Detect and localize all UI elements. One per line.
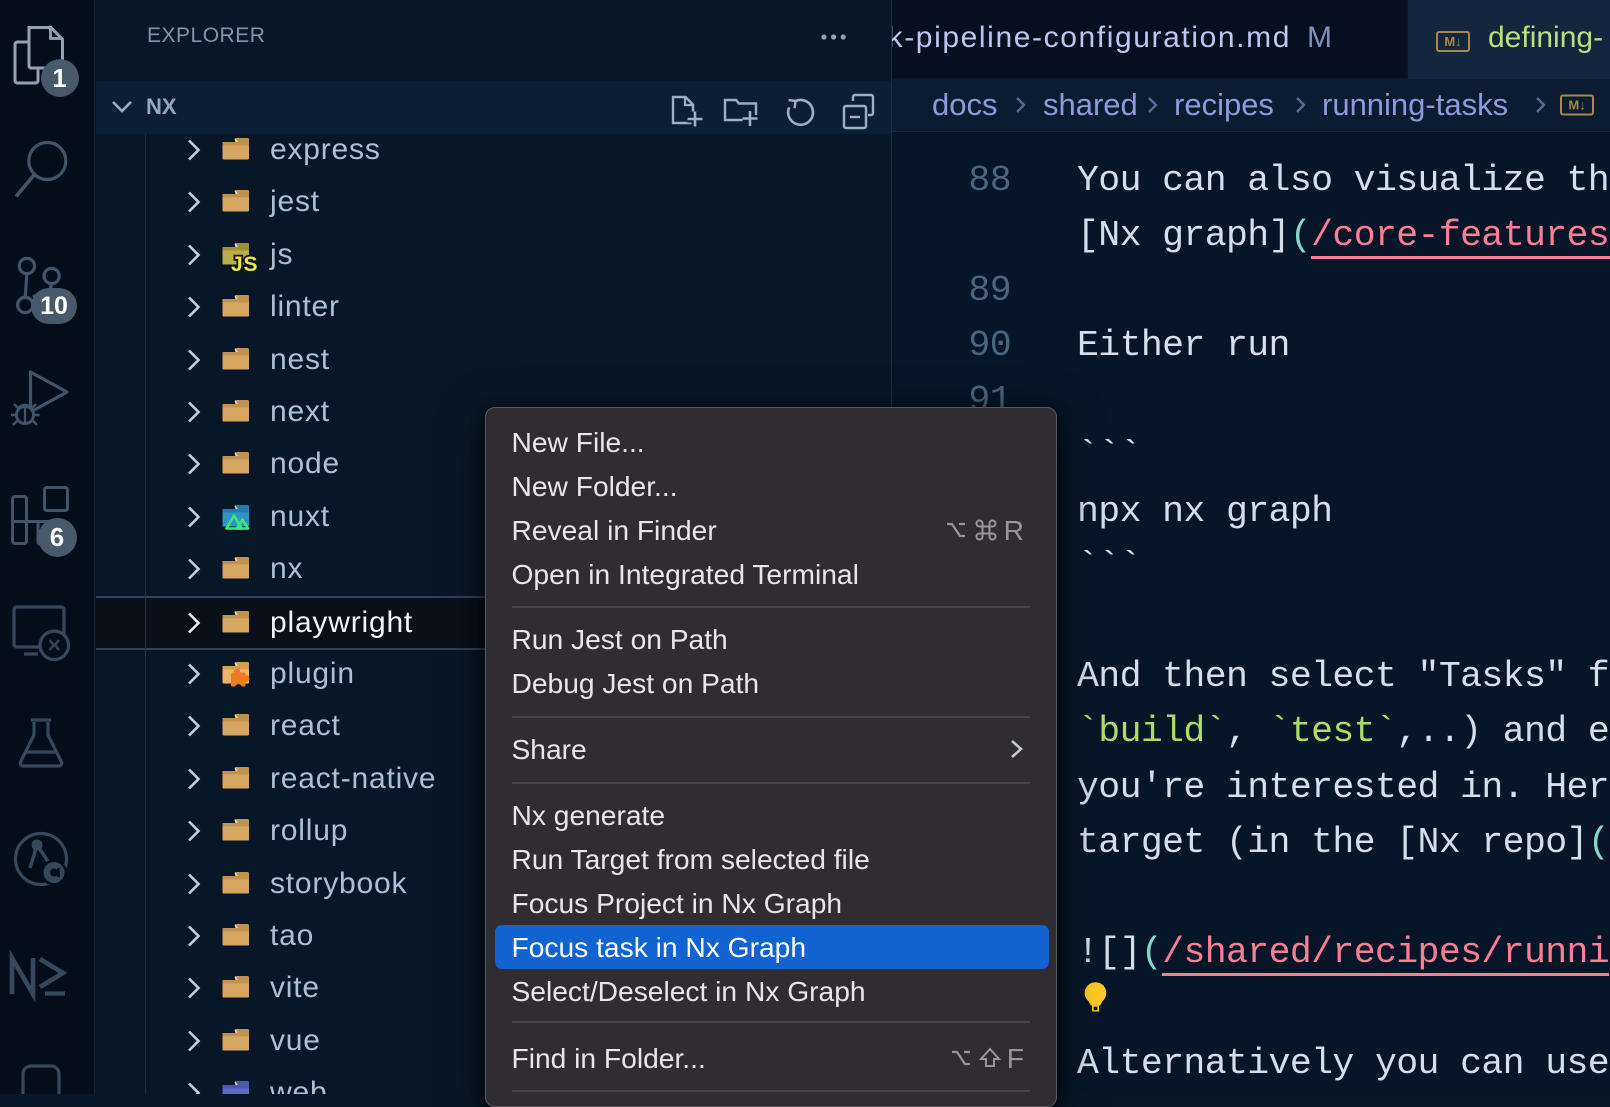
svg-text:JS: JS (231, 253, 258, 276)
